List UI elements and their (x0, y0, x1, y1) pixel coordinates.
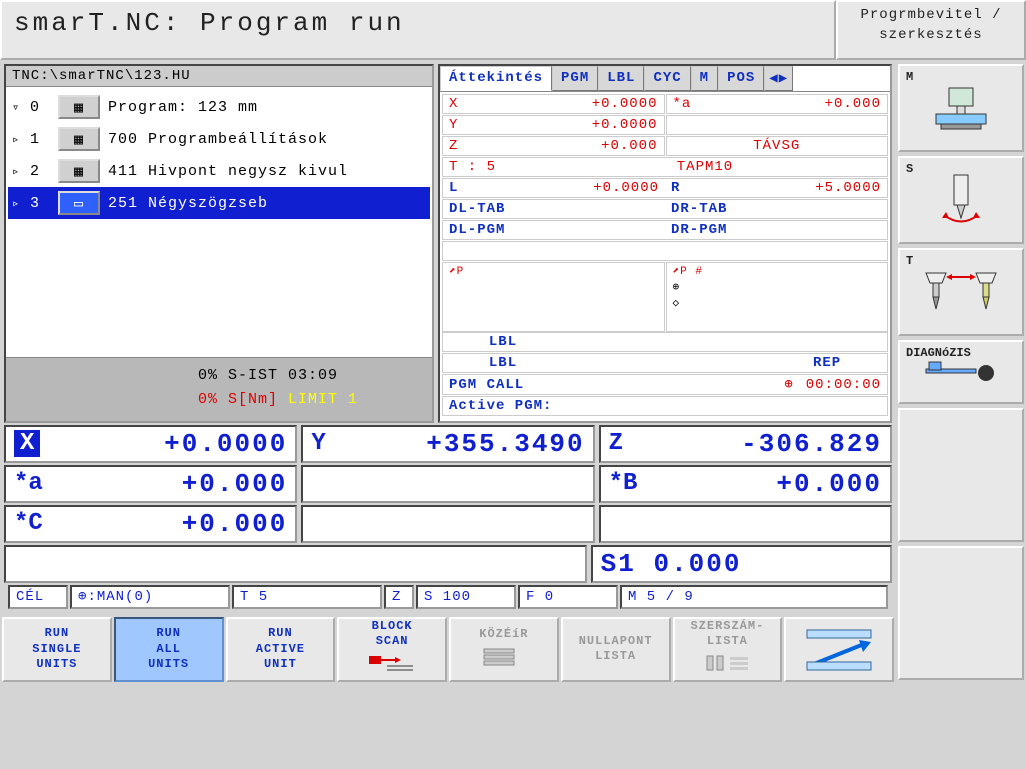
spindle-icon (904, 162, 1018, 238)
dro-*B: *B+0.000 (599, 465, 892, 503)
dro-X: X+0.0000 (4, 425, 297, 463)
softkey-6[interactable]: SZERSZÁM-LISTA (673, 617, 783, 682)
softkey-1[interactable]: RUNALLUNITS (114, 617, 224, 682)
info-tabs[interactable]: ÁttekintésPGMLBLCYCMPOS◀▶ (440, 66, 890, 92)
tool-icon (904, 254, 1018, 330)
softkey-5[interactable]: NULLAPONTLISTA (561, 617, 671, 682)
program-tree-panel: TNC:\smarTNC\123.HU ▿0▦Program: 123 mm▹1… (4, 64, 434, 423)
softkey-7[interactable] (784, 617, 894, 682)
tree-icon: ▦ (58, 95, 100, 119)
mode-button[interactable]: Progrmbevitel / szerkesztés (836, 0, 1026, 60)
tab-pos[interactable]: POS (718, 66, 764, 91)
machine-icon (904, 70, 1018, 146)
tab-scroll-icon[interactable]: ◀▶ (764, 66, 793, 91)
s-spindle-button[interactable]: S (898, 156, 1024, 244)
tab-lbl[interactable]: LBL (598, 66, 644, 91)
sidebar-blank-2[interactable] (898, 546, 1024, 680)
tree-row-0[interactable]: ▿0▦Program: 123 mm (8, 91, 430, 123)
sidebar-blank-1[interactable] (898, 408, 1024, 542)
dro-display: X+0.0000Y+355.3490Z-306.829 *a+0.000 *B+0… (0, 423, 896, 615)
tree-icon: ▭ (58, 191, 100, 215)
info-panel: ÁttekintésPGMLBLCYCMPOS◀▶ X+0.0000 Y+0.0… (438, 64, 892, 423)
m-axis-button[interactable]: M (898, 64, 1024, 152)
tab-m[interactable]: M (691, 66, 718, 91)
tree-row-2[interactable]: ▹2▦411 Hivpont negysz kivul (8, 155, 430, 187)
tab-cyc[interactable]: CYC (644, 66, 690, 91)
dro-*a: *a+0.000 (4, 465, 297, 503)
tree-row-3[interactable]: ▹3▭251 Négyszögzseb (8, 187, 430, 219)
file-path: TNC:\smarTNC\123.HU (6, 66, 432, 87)
dro- (301, 465, 594, 503)
softkey-3[interactable]: BLOCKSCAN (337, 617, 447, 682)
softkey-0[interactable]: RUNSINGLEUNITS (2, 617, 112, 682)
page-title: smarT.NC: Program run (0, 0, 836, 60)
t-tool-button[interactable]: T (898, 248, 1024, 336)
tab-pgm[interactable]: PGM (552, 66, 598, 91)
dro-Y: Y+355.3490 (301, 425, 594, 463)
softkey-4[interactable]: KÖZÉíR (449, 617, 559, 682)
tree-icon: ▦ (58, 159, 100, 183)
dro-Z: Z-306.829 (599, 425, 892, 463)
tree-icon: ▦ (58, 127, 100, 151)
tab-áttekintés[interactable]: Áttekintés (440, 66, 552, 91)
diagnosis-button[interactable]: DIAGNóZIS (898, 340, 1024, 404)
program-tree[interactable]: ▿0▦Program: 123 mm▹1▦700 Programbeállítá… (6, 87, 432, 357)
tree-row-1[interactable]: ▹1▦700 Programbeállítások (8, 123, 430, 155)
status-panel: 0% S-IST 03:09 0% S[Nm] LIMIT 1 (6, 357, 432, 421)
softkey-2[interactable]: RUNACTIVEUNIT (226, 617, 336, 682)
